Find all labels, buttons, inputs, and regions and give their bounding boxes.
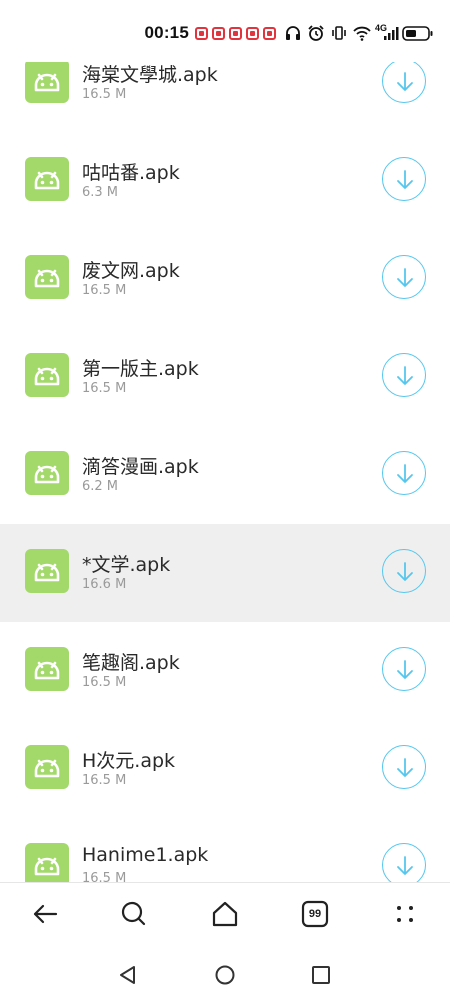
vibrate-icon (329, 23, 349, 43)
download-icon (397, 170, 413, 189)
android-icon (25, 353, 69, 397)
nav-back-button[interactable] (117, 964, 139, 986)
network-type-label: 4G (375, 23, 388, 33)
search-icon (121, 901, 146, 926)
download-button[interactable] (382, 353, 426, 397)
status-bar: 00:15 4G (0, 0, 450, 62)
menu-button[interactable] (388, 897, 422, 931)
app-notification-icon (229, 26, 242, 40)
download-icon (397, 856, 413, 875)
download-icon (397, 660, 413, 679)
download-icon (397, 268, 413, 287)
download-button[interactable] (382, 59, 426, 103)
file-name: 笔趣阁.apk (82, 652, 180, 674)
back-button[interactable] (28, 897, 62, 931)
download-button[interactable] (382, 157, 426, 201)
file-name: 滴答漫画.apk (82, 456, 199, 478)
cellular-signal-icon: 4G (375, 23, 399, 43)
file-name: 第一版主.apk (82, 358, 199, 380)
file-list: 海棠文學城.apk 16.5 M 咕咕番.apk 6.3 M 废文网.apk 16.5 M… (0, 0, 450, 882)
file-size: 16.6 M (82, 577, 127, 592)
file-size: 16.5 M (82, 675, 127, 690)
download-icon (397, 72, 413, 91)
file-list-item[interactable]: 咕咕番.apk 6.3 M (0, 132, 450, 230)
notification-icons (195, 26, 280, 40)
search-button[interactable] (117, 897, 151, 931)
file-size: 16.5 M (82, 87, 127, 102)
download-button[interactable] (382, 843, 426, 882)
more-dots-icon (397, 906, 413, 922)
file-size: 16.5 M (82, 283, 127, 298)
download-icon (397, 758, 413, 777)
android-icon (25, 843, 69, 882)
app-notification-icon (195, 26, 208, 40)
download-button[interactable] (382, 255, 426, 299)
system-nav-bar (0, 944, 450, 1000)
file-size: 16.5 M (82, 871, 127, 882)
file-size: 16.5 M (82, 773, 127, 788)
android-icon (25, 549, 69, 593)
home-icon (212, 901, 238, 927)
file-list-item[interactable]: H次元.apk 16.5 M (0, 720, 450, 818)
file-name: *文学.apk (82, 554, 171, 576)
browser-toolbar: 99 (0, 882, 450, 945)
file-list-item[interactable]: *文学.apk 16.6 M (0, 524, 450, 622)
file-list-item[interactable]: 笔趣阁.apk 16.5 M (0, 622, 450, 720)
nav-recents-button[interactable] (310, 964, 332, 986)
file-name: H次元.apk (82, 750, 176, 772)
file-name: 咕咕番.apk (82, 162, 180, 184)
download-button[interactable] (382, 549, 426, 593)
file-size: 6.2 M (82, 479, 119, 494)
file-list-item[interactable]: Hanime1.apk 16.5 M (0, 818, 450, 882)
download-icon (397, 366, 413, 385)
download-button[interactable] (382, 451, 426, 495)
battery-icon (402, 23, 434, 43)
app-notification-icon (263, 26, 276, 40)
home-button[interactable] (208, 897, 242, 931)
download-icon (397, 562, 413, 581)
square-recents-icon (312, 966, 330, 984)
file-name: 废文网.apk (82, 260, 180, 282)
android-icon (25, 157, 69, 201)
android-icon (25, 745, 69, 789)
circle-home-icon (215, 965, 235, 985)
app-notification-icon (212, 26, 225, 40)
android-icon (25, 59, 69, 103)
android-icon (25, 647, 69, 691)
download-icon (397, 464, 413, 483)
nav-home-button[interactable] (214, 964, 236, 986)
file-name: 海棠文學城.apk (82, 64, 218, 86)
tabs-button[interactable]: 99 (298, 897, 332, 931)
file-name: Hanime1.apk (82, 844, 209, 866)
arrow-left-icon (33, 904, 58, 924)
wifi-icon (352, 23, 372, 43)
triangle-back-icon (120, 966, 135, 984)
file-size: 16.5 M (82, 381, 127, 396)
headphones-icon (283, 23, 303, 43)
file-list-item[interactable]: 第一版主.apk 16.5 M (0, 328, 450, 426)
app-notification-icon (246, 26, 259, 40)
android-icon (25, 451, 69, 495)
file-list-item[interactable]: 废文网.apk 16.5 M (0, 230, 450, 328)
android-icon (25, 255, 69, 299)
file-size: 6.3 M (82, 185, 119, 200)
download-button[interactable] (382, 745, 426, 789)
file-list-item[interactable]: 滴答漫画.apk 6.2 M (0, 426, 450, 524)
download-button[interactable] (382, 647, 426, 691)
alarm-icon (306, 23, 326, 43)
status-time: 00:15 (144, 23, 189, 42)
tab-count: 99 (308, 908, 322, 920)
